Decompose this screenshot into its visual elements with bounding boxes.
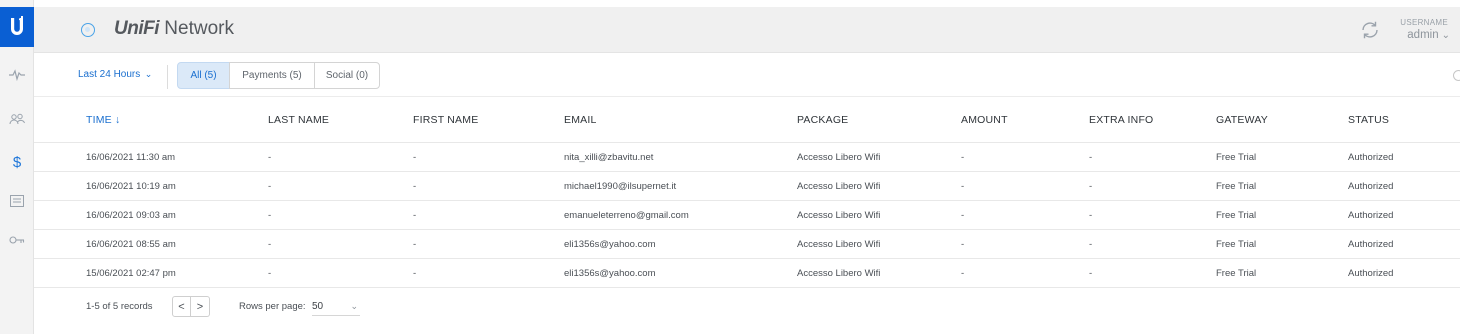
divider: [167, 65, 168, 89]
brand-suffix: Network: [159, 18, 234, 39]
vouchers-icon[interactable]: [0, 190, 34, 212]
cell-gateway: Free Trial: [1216, 209, 1257, 221]
chevron-down-icon: ⌄: [142, 69, 153, 79]
cell-time: 15/06/2021 02:47 pm: [86, 267, 176, 279]
cell-extra-info: -: [1089, 238, 1093, 250]
next-page-button[interactable]: >: [191, 296, 210, 317]
cell-package: Accesso Libero Wifi: [797, 209, 881, 221]
partial-circle-icon[interactable]: [1453, 70, 1460, 81]
table-row[interactable]: 16/06/2021 09:03 am - - emanueleterreno@…: [34, 201, 1460, 230]
rows-per-page-value: 50: [312, 301, 324, 312]
table-row[interactable]: 16/06/2021 08:55 am - - eli1356s@yahoo.c…: [34, 230, 1460, 259]
pagination-footer: 1-5 of 5 records < > Rows per page: 50 ⌄: [34, 292, 1460, 322]
column-header-amount[interactable]: AMOUNT: [961, 98, 1008, 142]
cell-extra-info: -: [1089, 209, 1093, 221]
cell-gateway: Free Trial: [1216, 267, 1257, 279]
cell-time: 16/06/2021 09:03 am: [86, 209, 176, 221]
cell-status: Authorized: [1348, 238, 1394, 250]
cell-email: eli1356s@yahoo.com: [564, 238, 656, 250]
column-header-package[interactable]: PACKAGE: [797, 98, 848, 142]
cell-time: 16/06/2021 10:19 am: [86, 180, 176, 192]
cell-extra-info: -: [1089, 180, 1093, 192]
statistics-icon[interactable]: [0, 64, 34, 86]
column-header-time[interactable]: TIME ↓: [86, 98, 120, 142]
cell-last-name: -: [268, 151, 272, 163]
cell-first-name: -: [413, 267, 417, 279]
cell-status: Authorized: [1348, 209, 1394, 221]
tab-all[interactable]: All (5): [177, 62, 230, 89]
tab-social[interactable]: Social (0): [314, 62, 380, 89]
cell-package: Accesso Libero Wifi: [797, 151, 881, 163]
cell-status: Authorized: [1348, 151, 1394, 163]
cell-extra-info: -: [1089, 267, 1093, 279]
cell-package: Accesso Libero Wifi: [797, 180, 881, 192]
cell-first-name: -: [413, 238, 417, 250]
column-header-first-name[interactable]: FIRST NAME: [413, 98, 478, 142]
cell-amount: -: [961, 151, 965, 163]
cell-last-name: -: [268, 180, 272, 192]
cell-amount: -: [961, 238, 965, 250]
user-menu-button[interactable]: admin ⌄: [1407, 29, 1450, 41]
chevron-down-icon: ⌄: [350, 301, 358, 311]
cell-email: michael1990@ilsupernet.it: [564, 180, 677, 192]
cell-last-name: -: [268, 238, 272, 250]
hotspot-app-icon: [81, 23, 95, 37]
cell-gateway: Free Trial: [1216, 180, 1257, 192]
cell-first-name: -: [413, 209, 417, 221]
column-header-email[interactable]: EMAIL: [564, 98, 597, 142]
rows-per-page-select[interactable]: 50 ⌄: [312, 298, 360, 316]
cell-amount: -: [961, 180, 965, 192]
cell-package: Accesso Libero Wifi: [797, 267, 881, 279]
cell-email: eli1356s@yahoo.com: [564, 267, 656, 279]
prev-page-button[interactable]: <: [172, 296, 191, 317]
cell-time: 16/06/2021 11:30 am: [86, 151, 176, 163]
cell-status: Authorized: [1348, 180, 1394, 192]
cell-email: emanueleterreno@gmail.com: [564, 209, 689, 221]
cell-first-name: -: [413, 180, 417, 192]
cell-amount: -: [961, 209, 965, 221]
cell-gateway: Free Trial: [1216, 238, 1257, 250]
brand-name: UniFi: [114, 18, 160, 39]
cell-time: 16/06/2021 08:55 am: [86, 238, 176, 250]
cell-email: nita_xilli@zbavitu.net: [564, 151, 654, 163]
app-title: UniFi Network: [114, 18, 234, 40]
cell-package: Accesso Libero Wifi: [797, 238, 881, 250]
clients-icon[interactable]: [0, 108, 34, 130]
refresh-icon[interactable]: [1358, 18, 1382, 42]
column-header-status[interactable]: STATUS: [1348, 98, 1389, 142]
key-icon[interactable]: [0, 229, 34, 251]
chevron-down-icon: ⌄: [1441, 30, 1450, 41]
username-label: USERNAME: [1400, 18, 1448, 27]
time-range-label: Last 24 Hours: [78, 69, 141, 80]
app-header: UniFi Network USERNAME admin ⌄: [34, 7, 1460, 53]
column-header-gateway[interactable]: GATEWAY: [1216, 98, 1268, 142]
cell-status: Authorized: [1348, 267, 1394, 279]
cell-extra-info: -: [1089, 151, 1093, 163]
records-count: 1-5 of 5 records: [86, 301, 153, 312]
user-name: admin: [1407, 29, 1439, 41]
column-header-last-name[interactable]: LAST NAME: [268, 98, 329, 142]
time-range-dropdown[interactable]: Last 24 Hours ⌄: [78, 69, 152, 80]
cell-last-name: -: [268, 209, 272, 221]
table-row[interactable]: 16/06/2021 10:19 am - - michael1990@ilsu…: [34, 172, 1460, 201]
ubiquiti-logo-icon[interactable]: [0, 7, 34, 47]
table-row[interactable]: 16/06/2021 11:30 am - - nita_xilli@zbavi…: [34, 143, 1460, 172]
cell-last-name: -: [268, 267, 272, 279]
filter-bar: Last 24 Hours ⌄ All (5) Payments (5) Soc…: [34, 55, 1460, 97]
cell-first-name: -: [413, 151, 417, 163]
cell-amount: -: [961, 267, 965, 279]
tab-payments[interactable]: Payments (5): [229, 62, 315, 89]
payments-icon[interactable]: $: [0, 151, 34, 173]
rows-per-page-label: Rows per page:: [239, 301, 306, 312]
pager: < >: [172, 296, 210, 317]
column-header-extra-info[interactable]: EXTRA INFO: [1089, 98, 1153, 142]
cell-gateway: Free Trial: [1216, 151, 1257, 163]
payments-table: TIME ↓ LAST NAME FIRST NAME EMAIL PACKAG…: [34, 98, 1460, 288]
table-header-row: TIME ↓ LAST NAME FIRST NAME EMAIL PACKAG…: [34, 98, 1460, 143]
left-nav-rail: $: [0, 0, 34, 334]
table-row[interactable]: 15/06/2021 02:47 pm - - eli1356s@yahoo.c…: [34, 259, 1460, 288]
